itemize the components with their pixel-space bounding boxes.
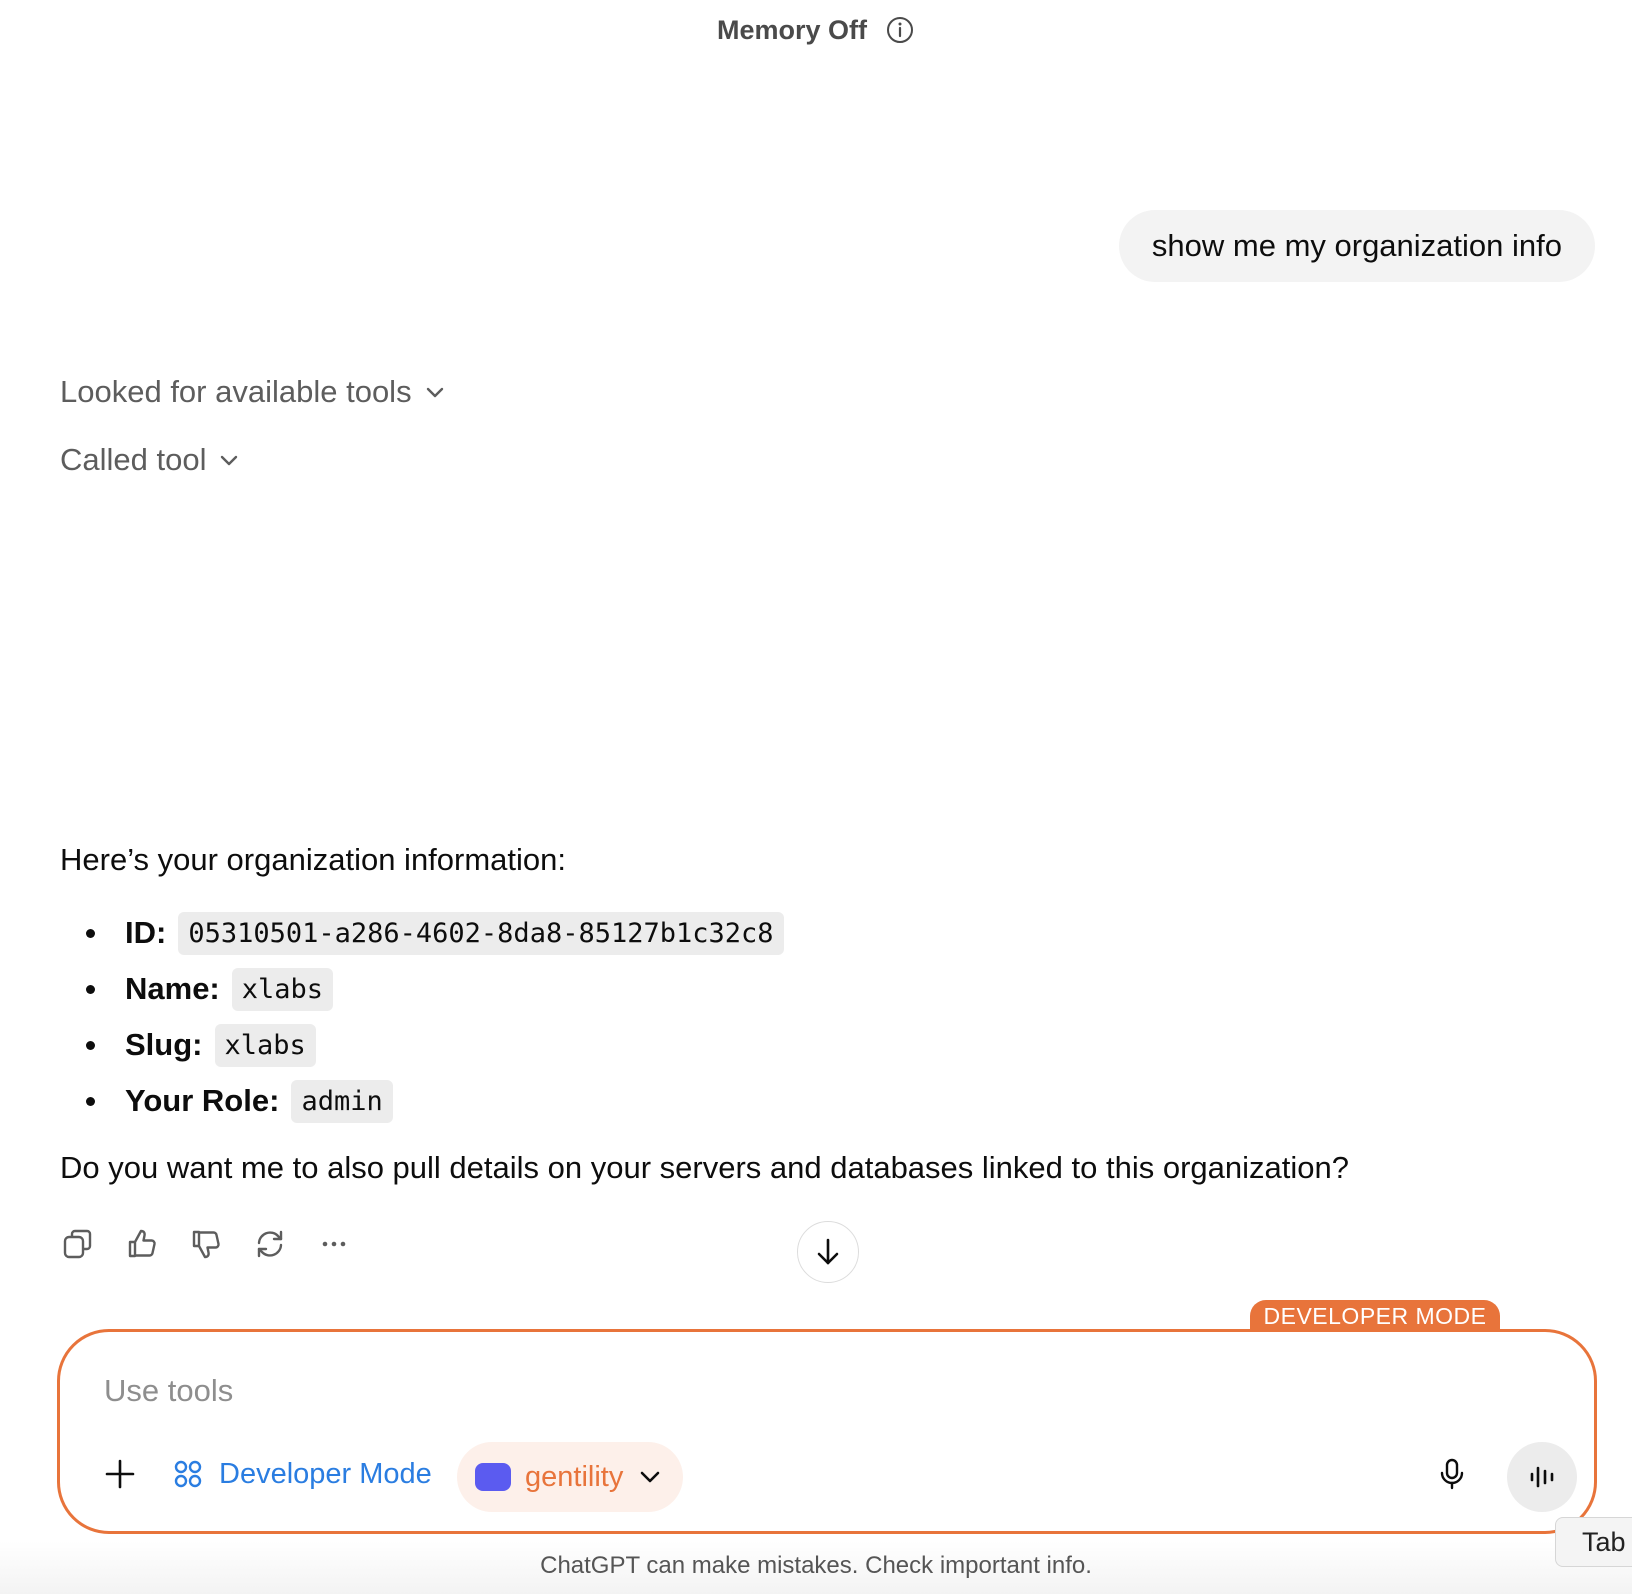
connector-label: gentility (525, 1460, 624, 1493)
bad-response-button[interactable] (188, 1226, 224, 1262)
field-label: Your Role: (125, 1083, 280, 1118)
developer-mode-tab: DEVELOPER MODE (1250, 1300, 1500, 1332)
tool-step-label: Looked for available tools (60, 374, 412, 409)
memory-status: Memory Off (716, 14, 868, 45)
add-attachment-button[interactable] (100, 1454, 140, 1494)
regenerate-icon (257, 1230, 283, 1258)
field-value-code: xlabs (231, 967, 334, 1011)
connector-color-swatch (475, 1463, 511, 1491)
list-item: Your Role: admin (60, 1073, 784, 1129)
scroll-to-bottom-button[interactable] (797, 1221, 859, 1283)
dictate-button[interactable] (1432, 1454, 1472, 1494)
field-value-code: 05310501-a286-4602-8da8-85127b1c32c8 (178, 911, 784, 955)
list-item: Name: xlabs (60, 961, 784, 1017)
tool-step-looked-for-tools[interactable]: Looked for available tools (60, 374, 448, 410)
field-label: Slug: (125, 1027, 203, 1062)
list-item: ID: 05310501-a286-4602-8da8-85127b1c32c8 (60, 905, 784, 961)
list-item: Slug: xlabs (60, 1017, 784, 1073)
chevron-down-icon (641, 1471, 660, 1483)
voice-waveform-icon (1530, 1466, 1554, 1488)
prompt-input[interactable] (102, 1368, 1406, 1414)
top-bar: Memory Off (0, 8, 1632, 52)
composer: Developer Mode gentility (57, 1329, 1597, 1534)
more-icon (322, 1241, 346, 1247)
field-label: Name: (125, 971, 220, 1006)
chevron-down-icon (426, 387, 443, 398)
org-info-list: ID: 05310501-a286-4602-8da8-85127b1c32c8… (60, 905, 784, 1129)
assistant-intro: Here’s your organization information: (60, 842, 567, 877)
developer-mode-button[interactable]: Developer Mode (171, 1450, 432, 1498)
more-actions-button[interactable] (316, 1226, 352, 1262)
regenerate-button[interactable] (252, 1226, 288, 1262)
tool-step-called-tool[interactable]: Called tool (60, 442, 242, 478)
arrow-down-icon (817, 1238, 839, 1265)
disclaimer-text: ChatGPT can make mistakes. Check importa… (540, 1552, 1092, 1579)
user-message-text: show me my organization info (1151, 228, 1562, 263)
voice-mode-button[interactable] (1507, 1442, 1577, 1512)
thumbs-down-icon (192, 1230, 220, 1259)
microphone-icon (1440, 1458, 1464, 1490)
info-circle-icon[interactable] (885, 15, 915, 45)
good-response-button[interactable] (124, 1226, 160, 1262)
user-message-bubble: show me my organization info (1118, 210, 1595, 282)
apps-icon (174, 1460, 202, 1488)
developer-mode-label: Developer Mode (219, 1457, 432, 1490)
chevron-down-icon (221, 455, 238, 466)
connector-selector[interactable]: gentility (457, 1442, 684, 1512)
copy-button[interactable] (60, 1226, 96, 1262)
copy-icon (63, 1229, 92, 1259)
field-value-code: xlabs (214, 1023, 316, 1067)
field-label: ID: (125, 915, 167, 950)
message-actions (60, 1226, 352, 1262)
field-value-code: admin (291, 1079, 393, 1123)
tab-hint: Tab (1555, 1517, 1632, 1567)
assistant-question: Do you want me to also pull details on y… (60, 1150, 1349, 1185)
tool-step-label: Called tool (60, 442, 207, 477)
thumbs-up-icon (128, 1229, 156, 1258)
plus-icon (105, 1459, 135, 1489)
